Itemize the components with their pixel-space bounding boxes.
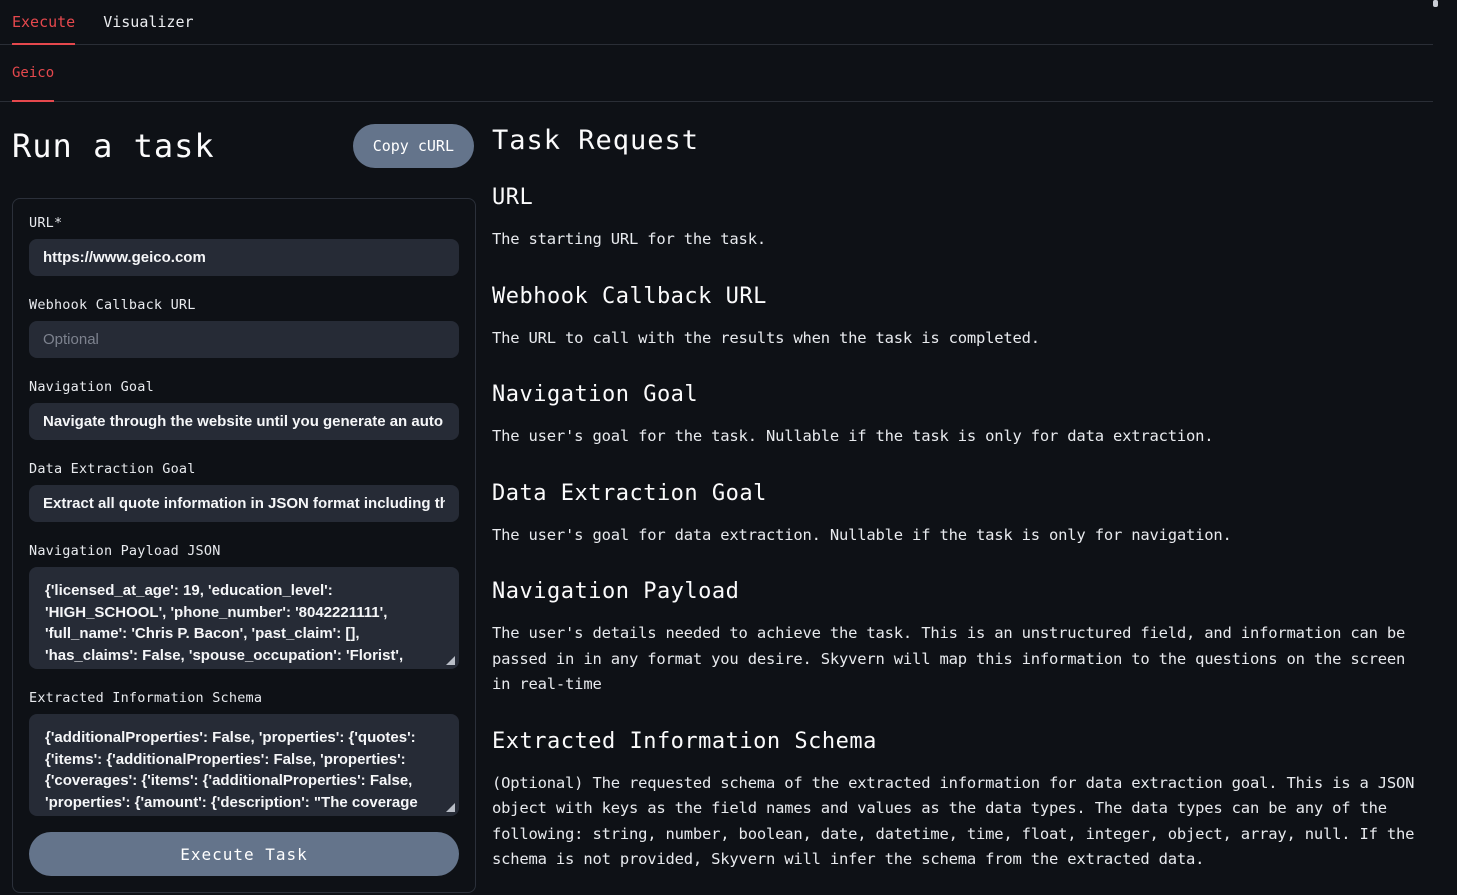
main-tabbar: Execute Visualizer bbox=[0, 0, 1433, 45]
field-extracted-schema: Extracted Information Schema {'additiona… bbox=[29, 690, 459, 816]
tab-visualizer[interactable]: Visualizer bbox=[103, 0, 193, 44]
extracted-schema-label: Extracted Information Schema bbox=[29, 690, 459, 706]
resize-handle-icon[interactable] bbox=[446, 656, 455, 665]
task-form-column: Run a task Copy cURL URL* Webhook Callba… bbox=[12, 122, 476, 893]
execute-task-button[interactable]: Execute Task bbox=[29, 832, 459, 876]
field-data-extraction-goal: Data Extraction Goal bbox=[29, 461, 459, 522]
url-input[interactable] bbox=[29, 239, 459, 276]
field-url: URL* bbox=[29, 215, 459, 276]
resize-handle-icon[interactable] bbox=[446, 803, 455, 812]
navigation-payload-wrap: {'licensed_at_age': 19, 'education_level… bbox=[29, 567, 459, 669]
docs-title: Task Request bbox=[492, 125, 1433, 156]
webhook-input[interactable] bbox=[29, 321, 459, 358]
navigation-payload-label: Navigation Payload JSON bbox=[29, 543, 459, 559]
page-title: Run a task bbox=[12, 127, 215, 165]
doc-body-navigation-goal: The user's goal for the task. Nullable i… bbox=[492, 424, 1432, 450]
doc-body-webhook: The URL to call with the results when th… bbox=[492, 326, 1432, 352]
form-header: Run a task Copy cURL bbox=[12, 124, 476, 168]
webhook-label: Webhook Callback URL bbox=[29, 297, 459, 313]
navigation-goal-label: Navigation Goal bbox=[29, 379, 459, 395]
doc-body-url: The starting URL for the task. bbox=[492, 227, 1432, 253]
extracted-schema-textarea[interactable]: {'additionalProperties': False, 'propert… bbox=[29, 714, 459, 816]
navigation-goal-input[interactable] bbox=[29, 403, 459, 440]
doc-heading-data-extraction-goal: Data Extraction Goal bbox=[492, 481, 1433, 506]
tab-execute[interactable]: Execute bbox=[12, 0, 75, 44]
main-content: Run a task Copy cURL URL* Webhook Callba… bbox=[0, 102, 1433, 893]
copy-curl-button[interactable]: Copy cURL bbox=[353, 124, 474, 168]
url-label: URL* bbox=[29, 215, 459, 231]
doc-heading-url: URL bbox=[492, 185, 1433, 210]
data-extraction-goal-label: Data Extraction Goal bbox=[29, 461, 459, 477]
navigation-payload-textarea[interactable]: {'licensed_at_age': 19, 'education_level… bbox=[29, 567, 459, 669]
field-webhook: Webhook Callback URL bbox=[29, 297, 459, 358]
task-form-card: URL* Webhook Callback URL Navigation Goa… bbox=[12, 198, 476, 893]
doc-heading-navigation-payload: Navigation Payload bbox=[492, 579, 1433, 604]
doc-heading-navigation-goal: Navigation Goal bbox=[492, 382, 1433, 407]
sub-tabbar: Geico bbox=[0, 45, 1433, 102]
doc-heading-webhook: Webhook Callback URL bbox=[492, 284, 1433, 309]
data-extraction-goal-input[interactable] bbox=[29, 485, 459, 522]
doc-body-extracted-schema: (Optional) The requested schema of the e… bbox=[492, 771, 1432, 873]
field-navigation-payload: Navigation Payload JSON {'licensed_at_ag… bbox=[29, 543, 459, 669]
extracted-schema-wrap: {'additionalProperties': False, 'propert… bbox=[29, 714, 459, 816]
doc-body-data-extraction-goal: The user's goal for data extraction. Nul… bbox=[492, 523, 1432, 549]
scrollbar-thumb[interactable] bbox=[1433, 0, 1438, 7]
doc-heading-extracted-schema: Extracted Information Schema bbox=[492, 729, 1433, 754]
page: Execute Visualizer Geico Run a task Copy… bbox=[0, 0, 1433, 893]
doc-body-navigation-payload: The user's details needed to achieve the… bbox=[492, 621, 1432, 698]
field-navigation-goal: Navigation Goal bbox=[29, 379, 459, 440]
docs-column: Task Request URL The starting URL for th… bbox=[476, 122, 1433, 893]
tab-geico[interactable]: Geico bbox=[12, 45, 54, 101]
